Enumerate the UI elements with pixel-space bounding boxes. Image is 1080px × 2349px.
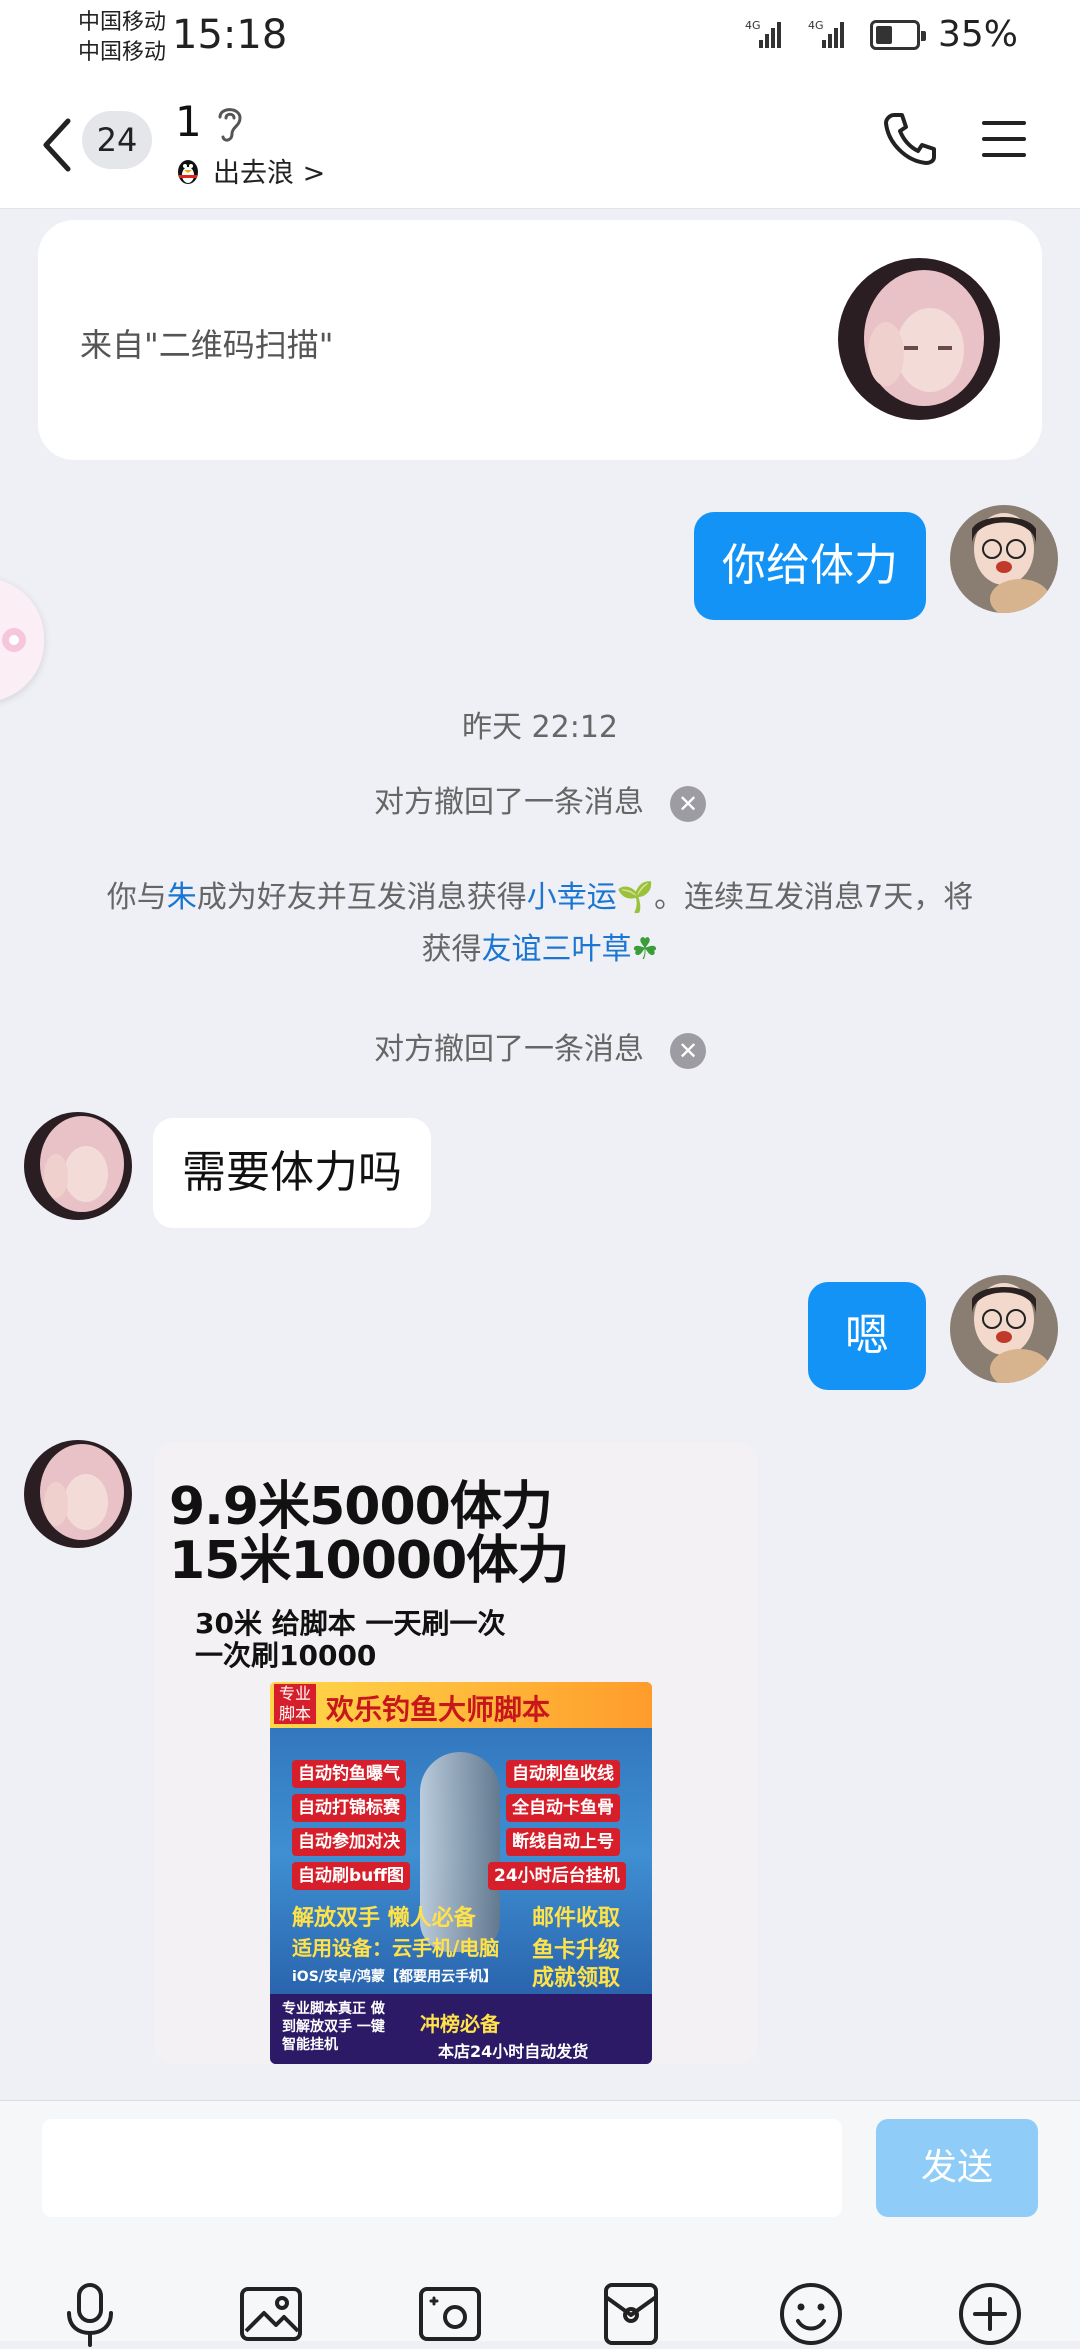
poster-slogan: 解放双手 懒人必备 <box>292 1906 476 1931</box>
status-text: 出去浪 > <box>213 158 326 189</box>
carrier-2: 中国移动 <box>78 40 167 65</box>
friend-notice-line-1: 你与朱成为好友并互发消息获得小幸运🌱。连续互发消息7天，将 <box>0 872 1080 924</box>
contact-avatar[interactable] <box>24 1440 132 1548</box>
poster-footer-left: 专业脚本真正 做到解放双手 一键智能挂机 <box>282 2001 385 2053</box>
battery-percent: 35% <box>938 14 1019 55</box>
clover-icon: ☘ <box>631 932 659 967</box>
chat-header: 24 1 出去浪 > <box>0 75 1080 209</box>
recall-notice: 对方撤回了一条消息 ✕ <box>0 777 1080 822</box>
recall-text: 对方撤回了一条消息 <box>374 1032 644 1067</box>
recall-text: 对方撤回了一条消息 <box>374 785 644 820</box>
ear-icon <box>218 108 242 142</box>
message-bubble-outgoing[interactable]: 嗯 <box>808 1282 926 1390</box>
poster-footer-right: 本店24小时自动发货 <box>438 2042 589 2061</box>
carrier-1: 中国移动 <box>78 10 167 35</box>
chat-title[interactable]: 1 <box>175 97 202 146</box>
penguin-icon <box>178 159 198 184</box>
close-icon[interactable]: ✕ <box>670 785 706 822</box>
promo-poster: 专业脚本 欢乐钓鱼大师脚本 自动钓鱼曝气 自动打锦标赛 自动参加对决 自动刷bu… <box>270 1682 652 2064</box>
close-icon[interactable]: ✕ <box>670 1032 706 1069</box>
friend-notice: 你与朱成为好友并互发消息获得小幸运🌱。连续互发消息7天，将 获得友谊三叶草☘ <box>0 872 1080 976</box>
back-arrow-icon[interactable] <box>38 115 78 175</box>
recall-notice: 对方撤回了一条消息 ✕ <box>0 1024 1080 1069</box>
source-card[interactable]: 来自"二维码扫描" <box>38 220 1042 460</box>
poster-footer-mid: 冲榜必备 <box>420 2012 500 2036</box>
friend-notice-line-2: 获得友谊三叶草☘ <box>0 924 1080 976</box>
signal-label-2: 4G <box>808 19 824 32</box>
online-status[interactable]: 出去浪 > <box>175 151 325 190</box>
poster-tag: 自动打锦标赛 <box>292 1794 406 1822</box>
poster-tag: 断线自动上号 <box>506 1828 620 1856</box>
my-avatar[interactable] <box>950 505 1058 613</box>
poster-tag: 自动参加对决 <box>292 1828 406 1856</box>
poster-name: 欢乐钓鱼大师脚本 <box>326 1693 551 1726</box>
my-avatar[interactable] <box>950 1275 1058 1383</box>
flower-icon <box>2 628 26 652</box>
message-bubble-outgoing[interactable]: 你给体力 <box>694 512 926 620</box>
poster-footer: 专业脚本真正 做到解放双手 一键智能挂机 冲榜必备 本店24小时自动发货 <box>270 1994 652 2064</box>
message-input[interactable] <box>42 2119 842 2217</box>
poster-tag: 自动刷buff图 <box>292 1862 411 1890</box>
battery-icon <box>870 20 926 50</box>
carrier-labels: 中国移动 中国移动 <box>78 8 166 68</box>
sprout-icon: 🌱 <box>616 880 655 915</box>
contact-avatar[interactable] <box>24 1112 132 1220</box>
input-bar: 发送 <box>0 2100 1080 2347</box>
signal-icon: 4G <box>745 19 781 48</box>
red-packet-icon[interactable] <box>596 2279 666 2349</box>
poster-tag: 自动钓鱼曝气 <box>292 1760 406 1788</box>
promo-line-4: 一次刷10000 <box>195 1639 377 1672</box>
friend-notice-text: 。连续互发消息7天，将 <box>654 880 974 915</box>
floating-assistant-button[interactable] <box>0 578 44 702</box>
poster-badge: 专业脚本 <box>274 1684 316 1724</box>
phone-icon[interactable] <box>880 109 938 167</box>
message-bubble-incoming[interactable]: 需要体力吗 <box>153 1118 431 1228</box>
signal-icon: 4G <box>808 19 844 48</box>
friend-notice-text: 成为好友并互发消息获得 <box>196 880 527 915</box>
send-button[interactable]: 发送 <box>876 2119 1038 2217</box>
clover-link[interactable]: 友谊三叶草 <box>482 932 632 967</box>
source-text: 来自"二维码扫描" <box>80 326 334 364</box>
friend-name-link[interactable]: 朱 <box>167 880 197 915</box>
poster-tag: 24小时后台挂机 <box>488 1862 626 1890</box>
poster-device: 适用设备：云手机/电脑 <box>292 1936 500 1960</box>
promo-line-2: 15米10000体力 <box>169 1531 569 1591</box>
poster-device-detail: iOS/安卓/鸿蒙【都要用云手机】 <box>292 1969 498 1985</box>
emoji-icon[interactable] <box>776 2279 846 2349</box>
status-bar: 中国移动 中国移动 15:18 4G 4G 35% <box>0 0 1080 75</box>
microphone-icon[interactable] <box>55 2279 125 2349</box>
plus-icon[interactable] <box>955 2279 1025 2349</box>
poster-tag: 自动刺鱼收线 <box>506 1760 620 1788</box>
lucky-link[interactable]: 小幸运 <box>527 880 617 915</box>
unread-count-badge[interactable]: 24 <box>82 111 152 169</box>
friend-notice-text: 你与 <box>106 880 167 915</box>
contact-avatar[interactable] <box>838 258 1000 420</box>
friend-notice-text: 获得 <box>421 932 482 967</box>
menu-icon[interactable] <box>980 119 1028 159</box>
camera-icon[interactable] <box>415 2279 485 2349</box>
image-message[interactable]: 9.9米5000体力 15米10000体力 30米 给脚本 一天刷一次 一次刷1… <box>155 1442 757 2064</box>
status-time: 15:18 <box>172 12 288 58</box>
image-icon[interactable] <box>236 2279 306 2349</box>
signal-label-1: 4G <box>745 19 761 32</box>
poster-slogan: 邮件收取 <box>532 1906 621 1931</box>
poster-tag: 全自动卡鱼骨 <box>506 1794 620 1822</box>
poster-title-bar: 专业脚本 欢乐钓鱼大师脚本 <box>270 1682 652 1728</box>
timestamp: 昨天 22:12 <box>462 710 618 745</box>
poster-slogan: 成就领取 <box>532 1966 621 1991</box>
